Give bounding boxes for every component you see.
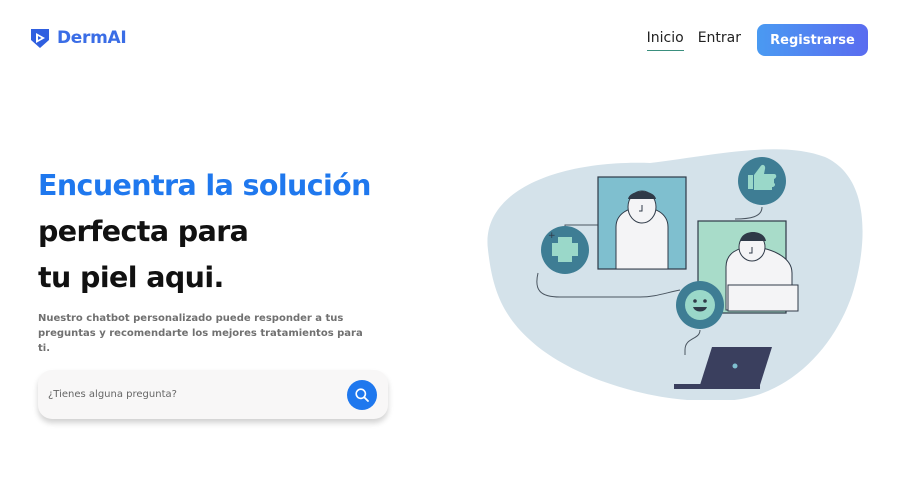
hero-title-accent: Encuentra la solución xyxy=(38,169,371,202)
search-bar xyxy=(38,370,388,419)
thumbs-up-icon xyxy=(738,157,786,205)
medical-cross-icon: + xyxy=(541,226,589,274)
svg-text:+: + xyxy=(548,231,556,241)
nav-link-entrar[interactable]: Entrar xyxy=(698,30,741,50)
hero-title-line-2: perfecta para xyxy=(38,215,249,248)
telemedicine-illustration: + xyxy=(487,149,863,400)
search-input[interactable] xyxy=(48,389,347,400)
logo-shield-icon xyxy=(31,29,49,48)
hero-title-line-3: tu piel aqui. xyxy=(38,261,224,294)
logo[interactable]: DermAI xyxy=(28,26,127,50)
hero-description: Nuestro chatbot personalizado puede resp… xyxy=(38,313,363,354)
patient-video-frame xyxy=(597,176,687,270)
hero-title: Encuentra la solución perfecta para tu p… xyxy=(38,163,371,301)
brand-name: DermAI xyxy=(57,28,127,48)
search-icon xyxy=(355,387,369,402)
smile-icon xyxy=(676,281,724,329)
nav-link-inicio[interactable]: Inicio xyxy=(646,30,684,51)
main-nav: Inicio Entrar Registrarse xyxy=(646,24,868,56)
search-button[interactable] xyxy=(347,379,377,410)
register-button[interactable]: Registrarse xyxy=(757,24,868,56)
